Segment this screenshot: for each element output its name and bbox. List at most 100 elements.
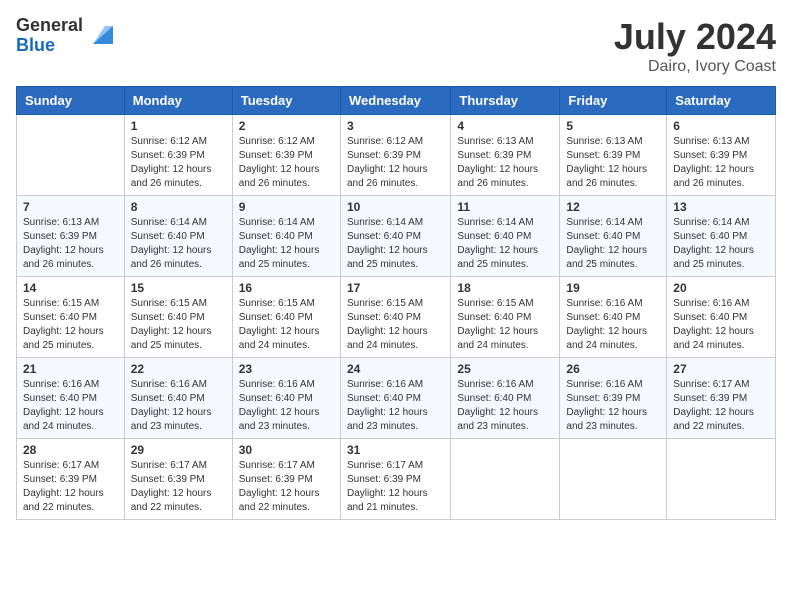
day-header-tuesday: Tuesday: [232, 87, 340, 115]
calendar-cell: 3 Sunrise: 6:12 AMSunset: 6:39 PMDaylight…: [340, 115, 450, 196]
calendar-cell: 28Sunrise: 6:17 AMSunset: 6:39 PMDayligh…: [17, 439, 125, 520]
week-row-4: 21 Sunrise: 6:16 AMSunset: 6:40 PMDayligh…: [17, 358, 776, 439]
day-info: Sunrise: 6:17 AMSunset: 6:39 PMDaylight:…: [673, 378, 769, 434]
day-info: Sunrise: 6:17 AMSunset: 6:39 PMDaylight:…: [23, 459, 118, 515]
calendar-cell: 29 Sunrise: 6:17 AMSunset: 6:39 PMDayligh…: [124, 439, 232, 520]
day-info: Sunrise: 6:15 AMSunset: 6:40 PMDaylight:…: [239, 297, 334, 353]
day-header-monday: Monday: [124, 87, 232, 115]
day-info: Sunrise: 6:14 AMSunset: 6:40 PMDaylight:…: [673, 216, 769, 272]
calendar-cell: 30 Sunrise: 6:17 AMSunset: 6:39 PMDayligh…: [232, 439, 340, 520]
day-info: Sunrise: 6:14 AMSunset: 6:40 PMDaylight:…: [347, 216, 444, 272]
day-info: Sunrise: 6:16 AMSunset: 6:40 PMDaylight:…: [347, 378, 444, 434]
day-info: Sunrise: 6:14 AMSunset: 6:40 PMDaylight:…: [457, 216, 553, 272]
day-info: Sunrise: 6:12 AMSunset: 6:39 PMDaylight:…: [239, 135, 334, 191]
calendar-cell: 7Sunrise: 6:13 AMSunset: 6:39 PMDaylight…: [17, 196, 125, 277]
day-number: 12: [566, 200, 660, 214]
logo: General Blue: [16, 16, 113, 56]
calendar-cell: 25 Sunrise: 6:16 AMSunset: 6:40 PMDayligh…: [451, 358, 560, 439]
calendar-cell: [17, 115, 125, 196]
calendar-cell: 18Sunrise: 6:15 AMSunset: 6:40 PMDayligh…: [451, 277, 560, 358]
day-number: 3: [347, 119, 444, 133]
calendar-cell: 4 Sunrise: 6:13 AMSunset: 6:39 PMDaylight…: [451, 115, 560, 196]
week-row-5: 28Sunrise: 6:17 AMSunset: 6:39 PMDayligh…: [17, 439, 776, 520]
day-number: 26: [566, 362, 660, 376]
week-row-2: 7Sunrise: 6:13 AMSunset: 6:39 PMDaylight…: [17, 196, 776, 277]
calendar-cell: 6 Sunrise: 6:13 AMSunset: 6:39 PMDaylight…: [667, 115, 776, 196]
day-info: Sunrise: 6:17 AMSunset: 6:39 PMDaylight:…: [347, 459, 444, 515]
calendar-cell: 27 Sunrise: 6:17 AMSunset: 6:39 PMDayligh…: [667, 358, 776, 439]
day-number: 19: [566, 281, 660, 295]
day-info: Sunrise: 6:16 AMSunset: 6:40 PMDaylight:…: [566, 297, 660, 353]
calendar-cell: 9Sunrise: 6:14 AMSunset: 6:40 PMDaylight…: [232, 196, 340, 277]
day-info: Sunrise: 6:15 AMSunset: 6:40 PMDaylight:…: [347, 297, 444, 353]
day-number: 7: [23, 200, 118, 214]
calendar-table: SundayMondayTuesdayWednesdayThursdayFrid…: [16, 86, 776, 520]
calendar-cell: 26 Sunrise: 6:16 AMSunset: 6:39 PMDayligh…: [560, 358, 667, 439]
calendar-header-row: SundayMondayTuesdayWednesdayThursdayFrid…: [17, 87, 776, 115]
calendar-cell: 22Sunrise: 6:16 AMSunset: 6:40 PMDayligh…: [124, 358, 232, 439]
calendar-cell: 12 Sunrise: 6:14 AMSunset: 6:40 PMDayligh…: [560, 196, 667, 277]
day-number: 16: [239, 281, 334, 295]
day-info: Sunrise: 6:16 AMSunset: 6:40 PMDaylight:…: [457, 378, 553, 434]
calendar-cell: 24 Sunrise: 6:16 AMSunset: 6:40 PMDayligh…: [340, 358, 450, 439]
day-info: Sunrise: 6:12 AMSunset: 6:39 PMDaylight:…: [347, 135, 444, 191]
day-number: 21: [23, 362, 118, 376]
month-title: July 2024: [614, 16, 776, 58]
calendar-cell: 1 Sunrise: 6:12 AMSunset: 6:39 PMDaylight…: [124, 115, 232, 196]
day-info: Sunrise: 6:14 AMSunset: 6:40 PMDaylight:…: [239, 216, 334, 272]
day-number: 6: [673, 119, 769, 133]
day-info: Sunrise: 6:14 AMSunset: 6:40 PMDaylight:…: [131, 216, 226, 272]
day-info: Sunrise: 6:13 AMSunset: 6:39 PMDaylight:…: [566, 135, 660, 191]
calendar-cell: 15 Sunrise: 6:15 AMSunset: 6:40 PMDayligh…: [124, 277, 232, 358]
day-info: Sunrise: 6:14 AMSunset: 6:40 PMDaylight:…: [566, 216, 660, 272]
calendar-cell: 20Sunrise: 6:16 AMSunset: 6:40 PMDayligh…: [667, 277, 776, 358]
day-info: Sunrise: 6:15 AMSunset: 6:40 PMDaylight:…: [457, 297, 553, 353]
page-header: General Blue July 2024 Dairo, Ivory Coas…: [16, 16, 776, 76]
calendar-cell: [451, 439, 560, 520]
day-info: Sunrise: 6:13 AMSunset: 6:39 PMDaylight:…: [673, 135, 769, 191]
day-header-saturday: Saturday: [667, 87, 776, 115]
day-header-wednesday: Wednesday: [340, 87, 450, 115]
calendar-cell: [560, 439, 667, 520]
day-number: 25: [457, 362, 553, 376]
day-number: 27: [673, 362, 769, 376]
day-number: 29: [131, 443, 226, 457]
day-number: 10: [347, 200, 444, 214]
title-block: July 2024 Dairo, Ivory Coast: [614, 16, 776, 76]
day-info: Sunrise: 6:17 AMSunset: 6:39 PMDaylight:…: [239, 459, 334, 515]
day-number: 4: [457, 119, 553, 133]
calendar-cell: 13Sunrise: 6:14 AMSunset: 6:40 PMDayligh…: [667, 196, 776, 277]
calendar-cell: 14 Sunrise: 6:15 AMSunset: 6:40 PMDayligh…: [17, 277, 125, 358]
day-info: Sunrise: 6:13 AMSunset: 6:39 PMDaylight:…: [457, 135, 553, 191]
location-title: Dairo, Ivory Coast: [614, 58, 776, 76]
day-header-thursday: Thursday: [451, 87, 560, 115]
day-number: 5: [566, 119, 660, 133]
day-info: Sunrise: 6:16 AMSunset: 6:39 PMDaylight:…: [566, 378, 660, 434]
calendar-cell: 8 Sunrise: 6:14 AMSunset: 6:40 PMDaylight…: [124, 196, 232, 277]
day-number: 30: [239, 443, 334, 457]
calendar-cell: 31 Sunrise: 6:17 AMSunset: 6:39 PMDayligh…: [340, 439, 450, 520]
calendar-cell: 23 Sunrise: 6:16 AMSunset: 6:40 PMDayligh…: [232, 358, 340, 439]
day-number: 14: [23, 281, 118, 295]
day-number: 31: [347, 443, 444, 457]
day-info: Sunrise: 6:16 AMSunset: 6:40 PMDaylight:…: [23, 378, 118, 434]
calendar-cell: 2Sunrise: 6:12 AMSunset: 6:39 PMDaylight…: [232, 115, 340, 196]
day-number: 1: [131, 119, 226, 133]
day-info: Sunrise: 6:15 AMSunset: 6:40 PMDaylight:…: [131, 297, 226, 353]
calendar-cell: 10 Sunrise: 6:14 AMSunset: 6:40 PMDayligh…: [340, 196, 450, 277]
day-number: 24: [347, 362, 444, 376]
week-row-1: 1 Sunrise: 6:12 AMSunset: 6:39 PMDaylight…: [17, 115, 776, 196]
day-number: 23: [239, 362, 334, 376]
logo-icon: [85, 22, 113, 50]
day-info: Sunrise: 6:16 AMSunset: 6:40 PMDaylight:…: [239, 378, 334, 434]
day-info: Sunrise: 6:16 AMSunset: 6:40 PMDaylight:…: [673, 297, 769, 353]
day-info: Sunrise: 6:15 AMSunset: 6:40 PMDaylight:…: [23, 297, 118, 353]
day-number: 22: [131, 362, 226, 376]
calendar-cell: 11Sunrise: 6:14 AMSunset: 6:40 PMDayligh…: [451, 196, 560, 277]
week-row-3: 14 Sunrise: 6:15 AMSunset: 6:40 PMDayligh…: [17, 277, 776, 358]
day-info: Sunrise: 6:17 AMSunset: 6:39 PMDaylight:…: [131, 459, 226, 515]
day-number: 8: [131, 200, 226, 214]
day-info: Sunrise: 6:12 AMSunset: 6:39 PMDaylight:…: [131, 135, 226, 191]
day-header-sunday: Sunday: [17, 87, 125, 115]
day-number: 15: [131, 281, 226, 295]
